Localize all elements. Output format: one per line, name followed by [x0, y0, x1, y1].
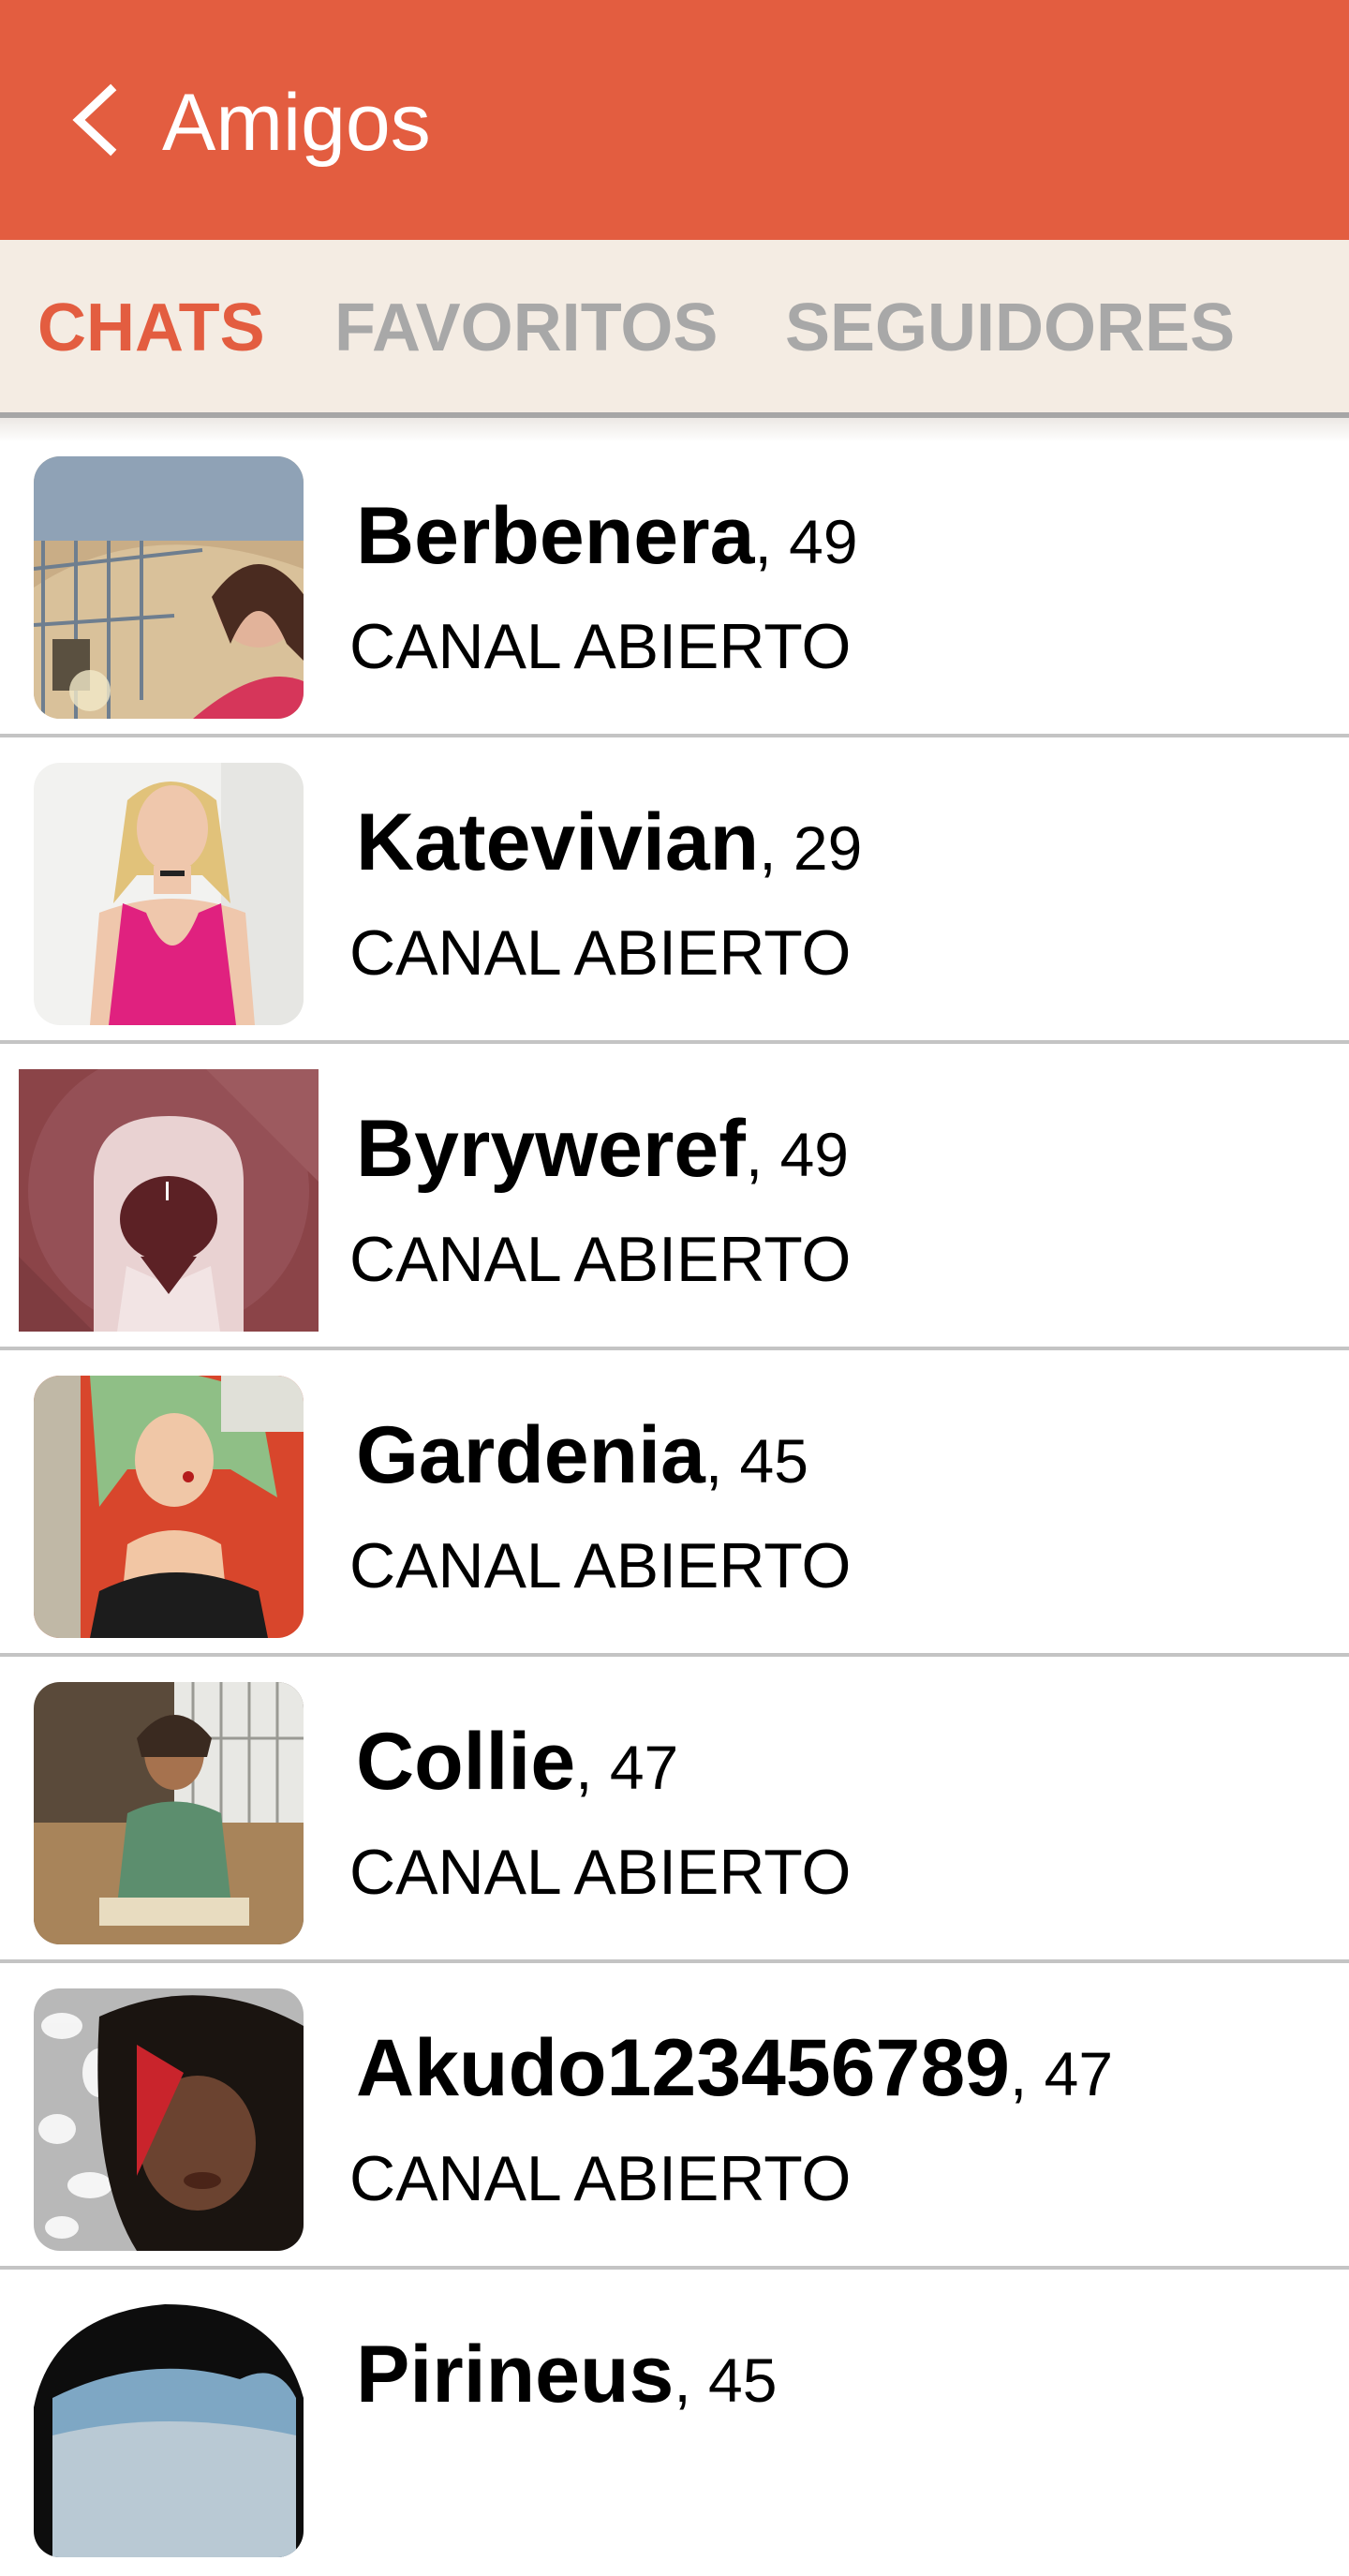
contact-name: Akudo123456789	[356, 2023, 1010, 2113]
contact-status: CANAL ABIERTO	[349, 1224, 852, 1295]
contact-age: , 45	[674, 2345, 778, 2415]
back-button[interactable]	[52, 73, 146, 167]
avatar	[34, 1682, 304, 1944]
list-item[interactable]: Collie, 47 CANAL ABIERTO	[0, 1657, 1349, 1963]
contact-name-line: Collie, 47	[356, 1715, 678, 1814]
contact-age: , 29	[759, 813, 863, 883]
contact-name-line: Byryweref, 49	[356, 1102, 849, 1201]
contact-status: CANAL ABIERTO	[349, 611, 852, 682]
avatar	[34, 2295, 304, 2557]
app-bar: Amigos	[0, 0, 1349, 240]
contact-name-line: Gardenia, 45	[356, 1408, 808, 1508]
list-item[interactable]: Katevivian, 29 CANAL ABIERTO	[0, 737, 1349, 1044]
tab-chats[interactable]: CHATS	[37, 286, 265, 370]
page-title: Amigos	[162, 78, 431, 168]
list-item[interactable]: Pirineus, 45	[0, 2270, 1349, 2576]
contact-name-line: Pirineus, 45	[356, 2328, 777, 2427]
contact-name: Berbenera	[356, 491, 755, 581]
contact-status: CANAL ABIERTO	[349, 1837, 852, 1908]
tab-seguidores[interactable]: SEGUIDORES	[785, 286, 1235, 370]
contact-status: CANAL ABIERTO	[349, 2143, 852, 2214]
avatar	[34, 763, 304, 1025]
list-item[interactable]: Akudo123456789, 47 CANAL ABIERTO	[0, 1963, 1349, 2270]
list-item[interactable]: Gardenia, 45 CANAL ABIERTO	[0, 1350, 1349, 1657]
contact-age: , 47	[575, 1733, 679, 1802]
contact-name-line: Berbenera, 49	[356, 489, 858, 588]
contact-name: Collie	[356, 1717, 576, 1807]
chevron-left-icon	[52, 73, 146, 167]
contact-name: Gardenia	[356, 1410, 705, 1500]
avatar	[19, 1069, 319, 1332]
avatar	[34, 1376, 304, 1638]
contact-age: , 49	[754, 507, 858, 576]
contact-age: , 49	[745, 1120, 849, 1189]
contact-name: Byryweref	[356, 1104, 746, 1194]
contact-age: , 47	[1010, 2039, 1114, 2108]
contact-age: , 45	[704, 1426, 808, 1496]
list-item[interactable]: Byryweref, 49 CANAL ABIERTO	[0, 1044, 1349, 1350]
contact-status: CANAL ABIERTO	[349, 917, 852, 989]
contact-name: Pirineus	[356, 2330, 674, 2420]
list-item[interactable]: Berbenera, 49 CANAL ABIERTO	[0, 431, 1349, 737]
contact-name-line: Akudo123456789, 47	[356, 2021, 1113, 2121]
contact-name-line: Katevivian, 29	[356, 796, 862, 895]
avatar	[34, 1988, 304, 2251]
contact-name: Katevivian	[356, 797, 760, 887]
avatar	[34, 456, 304, 719]
contact-status: CANAL ABIERTO	[349, 1530, 852, 1601]
tab-favoritos[interactable]: FAVORITOS	[334, 286, 718, 370]
